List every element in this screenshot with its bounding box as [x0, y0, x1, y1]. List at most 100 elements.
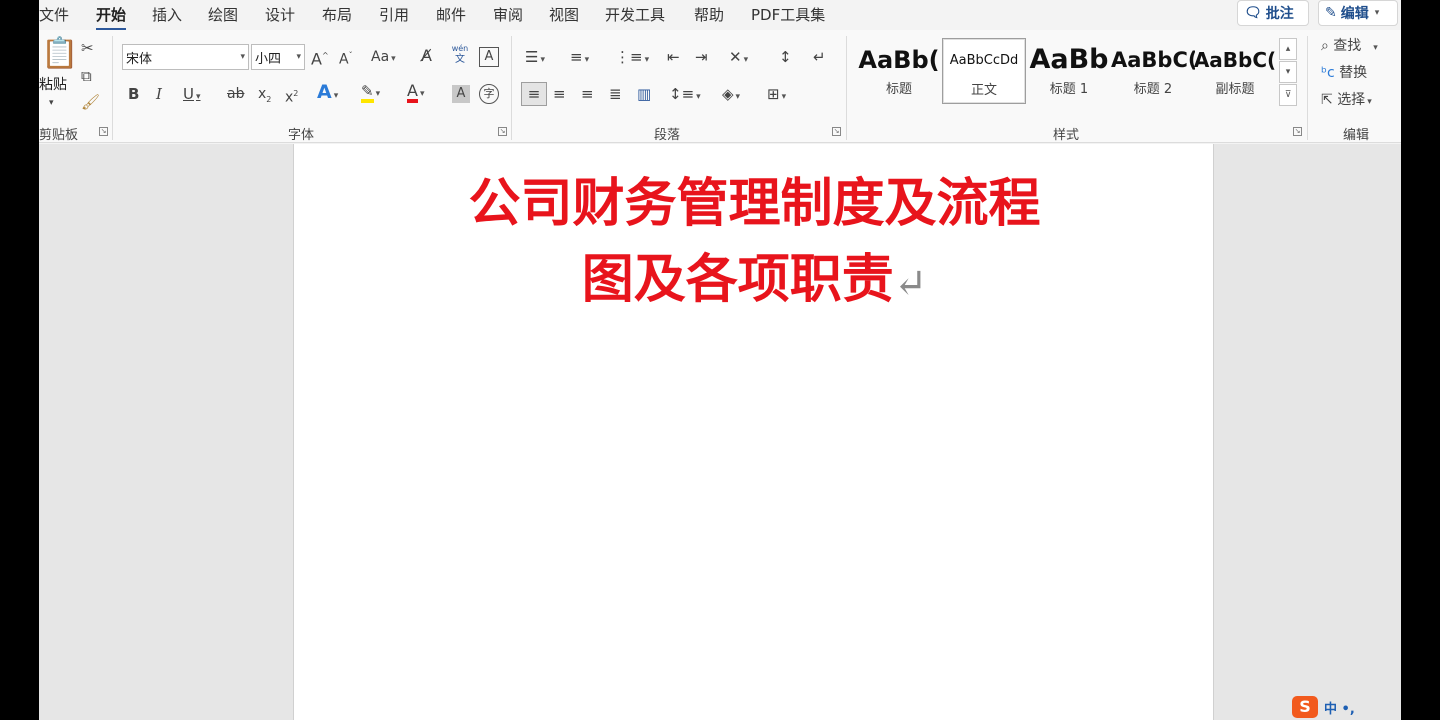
style-title[interactable]: AaBb( 标题: [857, 38, 941, 104]
format-painter-icon[interactable]: 🖌: [81, 93, 100, 111]
styles-more-button[interactable]: ⊽: [1279, 84, 1297, 106]
style-heading-2[interactable]: AaBbC( 标题 2: [1111, 38, 1195, 104]
sort-icon[interactable]: ↕: [779, 48, 792, 66]
group-separator: [1307, 36, 1308, 140]
styles-scroll-down[interactable]: ▾: [1279, 61, 1297, 83]
bullets-icon[interactable]: ☰ ▾: [525, 48, 545, 69]
font-name-combo[interactable]: 宋体 ▾: [122, 44, 249, 70]
enclose-character-icon[interactable]: 字: [479, 84, 499, 104]
paste-label[interactable]: 粘贴: [39, 76, 67, 94]
distributed-icon[interactable]: ▥: [637, 85, 651, 103]
select-button[interactable]: ⇱ 选择 ▾: [1321, 91, 1372, 111]
find-button[interactable]: ⌕ 查找 ▾: [1321, 37, 1378, 57]
show-formatting-marks-icon[interactable]: ↵: [813, 48, 826, 66]
italic-icon[interactable]: I: [156, 85, 162, 103]
cursor-icon: ⇱: [1321, 92, 1333, 108]
style-subtitle[interactable]: AaBbC( 副标题: [1193, 38, 1277, 104]
line-spacing-icon[interactable]: ↕≡ ▾: [669, 85, 701, 106]
tab-view[interactable]: 视图: [549, 4, 579, 25]
font-color-icon[interactable]: A ▾: [407, 82, 424, 103]
document-title[interactable]: 公司财务管理制度及流程 图及各项职责↵: [294, 166, 1215, 322]
ime-mode-text: 中 •,: [1324, 701, 1355, 717]
highlight-color-icon[interactable]: ✎ ▾: [361, 82, 380, 103]
paste-dropdown-icon[interactable]: ▾: [49, 94, 54, 112]
style-normal[interactable]: AaBbCcDd 正文: [942, 38, 1026, 104]
numbering-icon[interactable]: ≡ ▾: [570, 48, 589, 69]
paragraph-mark-icon: ↵: [893, 261, 928, 307]
title-line-2-text: 图及各项职责: [581, 249, 894, 310]
word-window: 文件 开始 插入 绘图 设计 布局 引用 邮件 审阅 视图 开发工具 帮助 PD…: [39, 0, 1401, 720]
paste-clipboard-icon[interactable]: 📋: [41, 38, 78, 70]
replace-button[interactable]: ᵇc 替换: [1321, 64, 1367, 82]
align-center-icon[interactable]: ≡: [553, 85, 566, 103]
text-effects-icon[interactable]: A ▾: [317, 83, 338, 105]
phonetic-bottom: 文: [455, 54, 465, 65]
grow-font-icon[interactable]: A^: [311, 47, 329, 68]
paragraph-dialog-launcher[interactable]: ↘: [832, 127, 841, 136]
search-icon: ⌕: [1321, 38, 1329, 54]
ribbon-tabs: 文件 开始 插入 绘图 设计 布局 引用 邮件 审阅 视图 开发工具 帮助 PD…: [39, 0, 1401, 31]
tab-developer[interactable]: 开发工具: [605, 4, 665, 25]
strikethrough-icon[interactable]: ab: [227, 85, 244, 103]
shading-icon[interactable]: ◈ ▾: [722, 85, 740, 106]
paragraph-group-label: 段落: [654, 128, 681, 143]
document-page[interactable]: 公司财务管理制度及流程 图及各项职责↵: [293, 144, 1214, 720]
align-left-icon[interactable]: ≡: [521, 82, 547, 106]
chevron-down-icon: ▾: [1367, 97, 1372, 107]
justify-icon[interactable]: ≣: [609, 85, 622, 103]
tab-file[interactable]: 文件: [39, 4, 69, 25]
tab-review[interactable]: 审阅: [493, 4, 523, 25]
font-dialog-launcher[interactable]: ↘: [498, 127, 507, 136]
group-separator: [511, 36, 512, 140]
styles-dialog-launcher[interactable]: ↘: [1293, 127, 1302, 136]
character-border-icon[interactable]: A: [479, 47, 499, 67]
tab-design[interactable]: 设计: [265, 4, 295, 25]
tab-insert[interactable]: 插入: [152, 4, 182, 25]
tab-help[interactable]: 帮助: [694, 4, 724, 25]
shrink-font-icon[interactable]: Aˇ: [339, 47, 353, 69]
right-black-bar: [1401, 0, 1440, 720]
multilevel-list-icon[interactable]: ⋮≡ ▾: [615, 48, 649, 69]
decrease-indent-icon[interactable]: ⇤: [667, 48, 680, 66]
character-shading-icon[interactable]: A: [452, 85, 470, 103]
comment-label: 批注: [1265, 6, 1294, 22]
underline-icon[interactable]: U ▾: [183, 85, 201, 106]
cut-icon[interactable]: ✂: [81, 39, 94, 57]
bold-icon[interactable]: B: [128, 85, 139, 103]
sogou-logo-icon: S: [1292, 696, 1318, 718]
tab-pdf-tools[interactable]: PDF工具集: [751, 4, 825, 25]
group-separator: [112, 36, 113, 140]
phonetic-top: wén: [451, 44, 469, 53]
chinese-layout-icon[interactable]: ✕ ▾: [729, 48, 748, 69]
borders-icon[interactable]: ⊞ ▾: [767, 85, 786, 106]
increase-indent-icon[interactable]: ⇥: [695, 48, 708, 66]
tab-draw[interactable]: 绘图: [208, 4, 238, 25]
font-group-label: 字体: [288, 128, 315, 143]
font-name-value: 宋体: [126, 51, 153, 67]
editing-mode-button[interactable]: ✎ 编辑 ▾: [1318, 0, 1398, 26]
subscript-icon[interactable]: x2: [258, 85, 271, 109]
tab-home[interactable]: 开始: [96, 4, 127, 31]
styles-scroll-up[interactable]: ▴: [1279, 38, 1297, 60]
select-label: 选择: [1337, 92, 1366, 108]
tab-layout[interactable]: 布局: [322, 4, 352, 25]
tab-mailings[interactable]: 邮件: [436, 4, 466, 25]
comment-button[interactable]: 🗨 批注: [1237, 0, 1309, 26]
superscript-icon[interactable]: x2: [285, 85, 298, 107]
clear-formatting-icon[interactable]: A̸: [421, 47, 432, 65]
chevron-down-icon: ▾: [195, 92, 201, 102]
style-heading-2-preview: AaBbC(: [1111, 48, 1195, 72]
tab-references[interactable]: 引用: [379, 4, 409, 25]
font-size-combo[interactable]: 小四 ▾: [251, 44, 305, 70]
copy-icon[interactable]: ⧉: [81, 67, 92, 85]
align-right-icon[interactable]: ≡: [581, 85, 594, 103]
chevron-down-icon: ▾: [1373, 43, 1378, 53]
clipboard-dialog-launcher[interactable]: ↘: [99, 127, 108, 136]
style-title-name: 标题: [885, 82, 912, 97]
pencil-icon: ✎: [1325, 5, 1337, 21]
change-case-button[interactable]: Aa ▾: [371, 48, 396, 68]
phonetic-guide-icon[interactable]: wén 文: [449, 43, 471, 65]
ime-indicator[interactable]: S 中 •,: [1292, 694, 1355, 720]
style-heading-1[interactable]: AaBb 标题 1: [1027, 38, 1111, 104]
chevron-down-icon: ▾: [644, 55, 650, 65]
